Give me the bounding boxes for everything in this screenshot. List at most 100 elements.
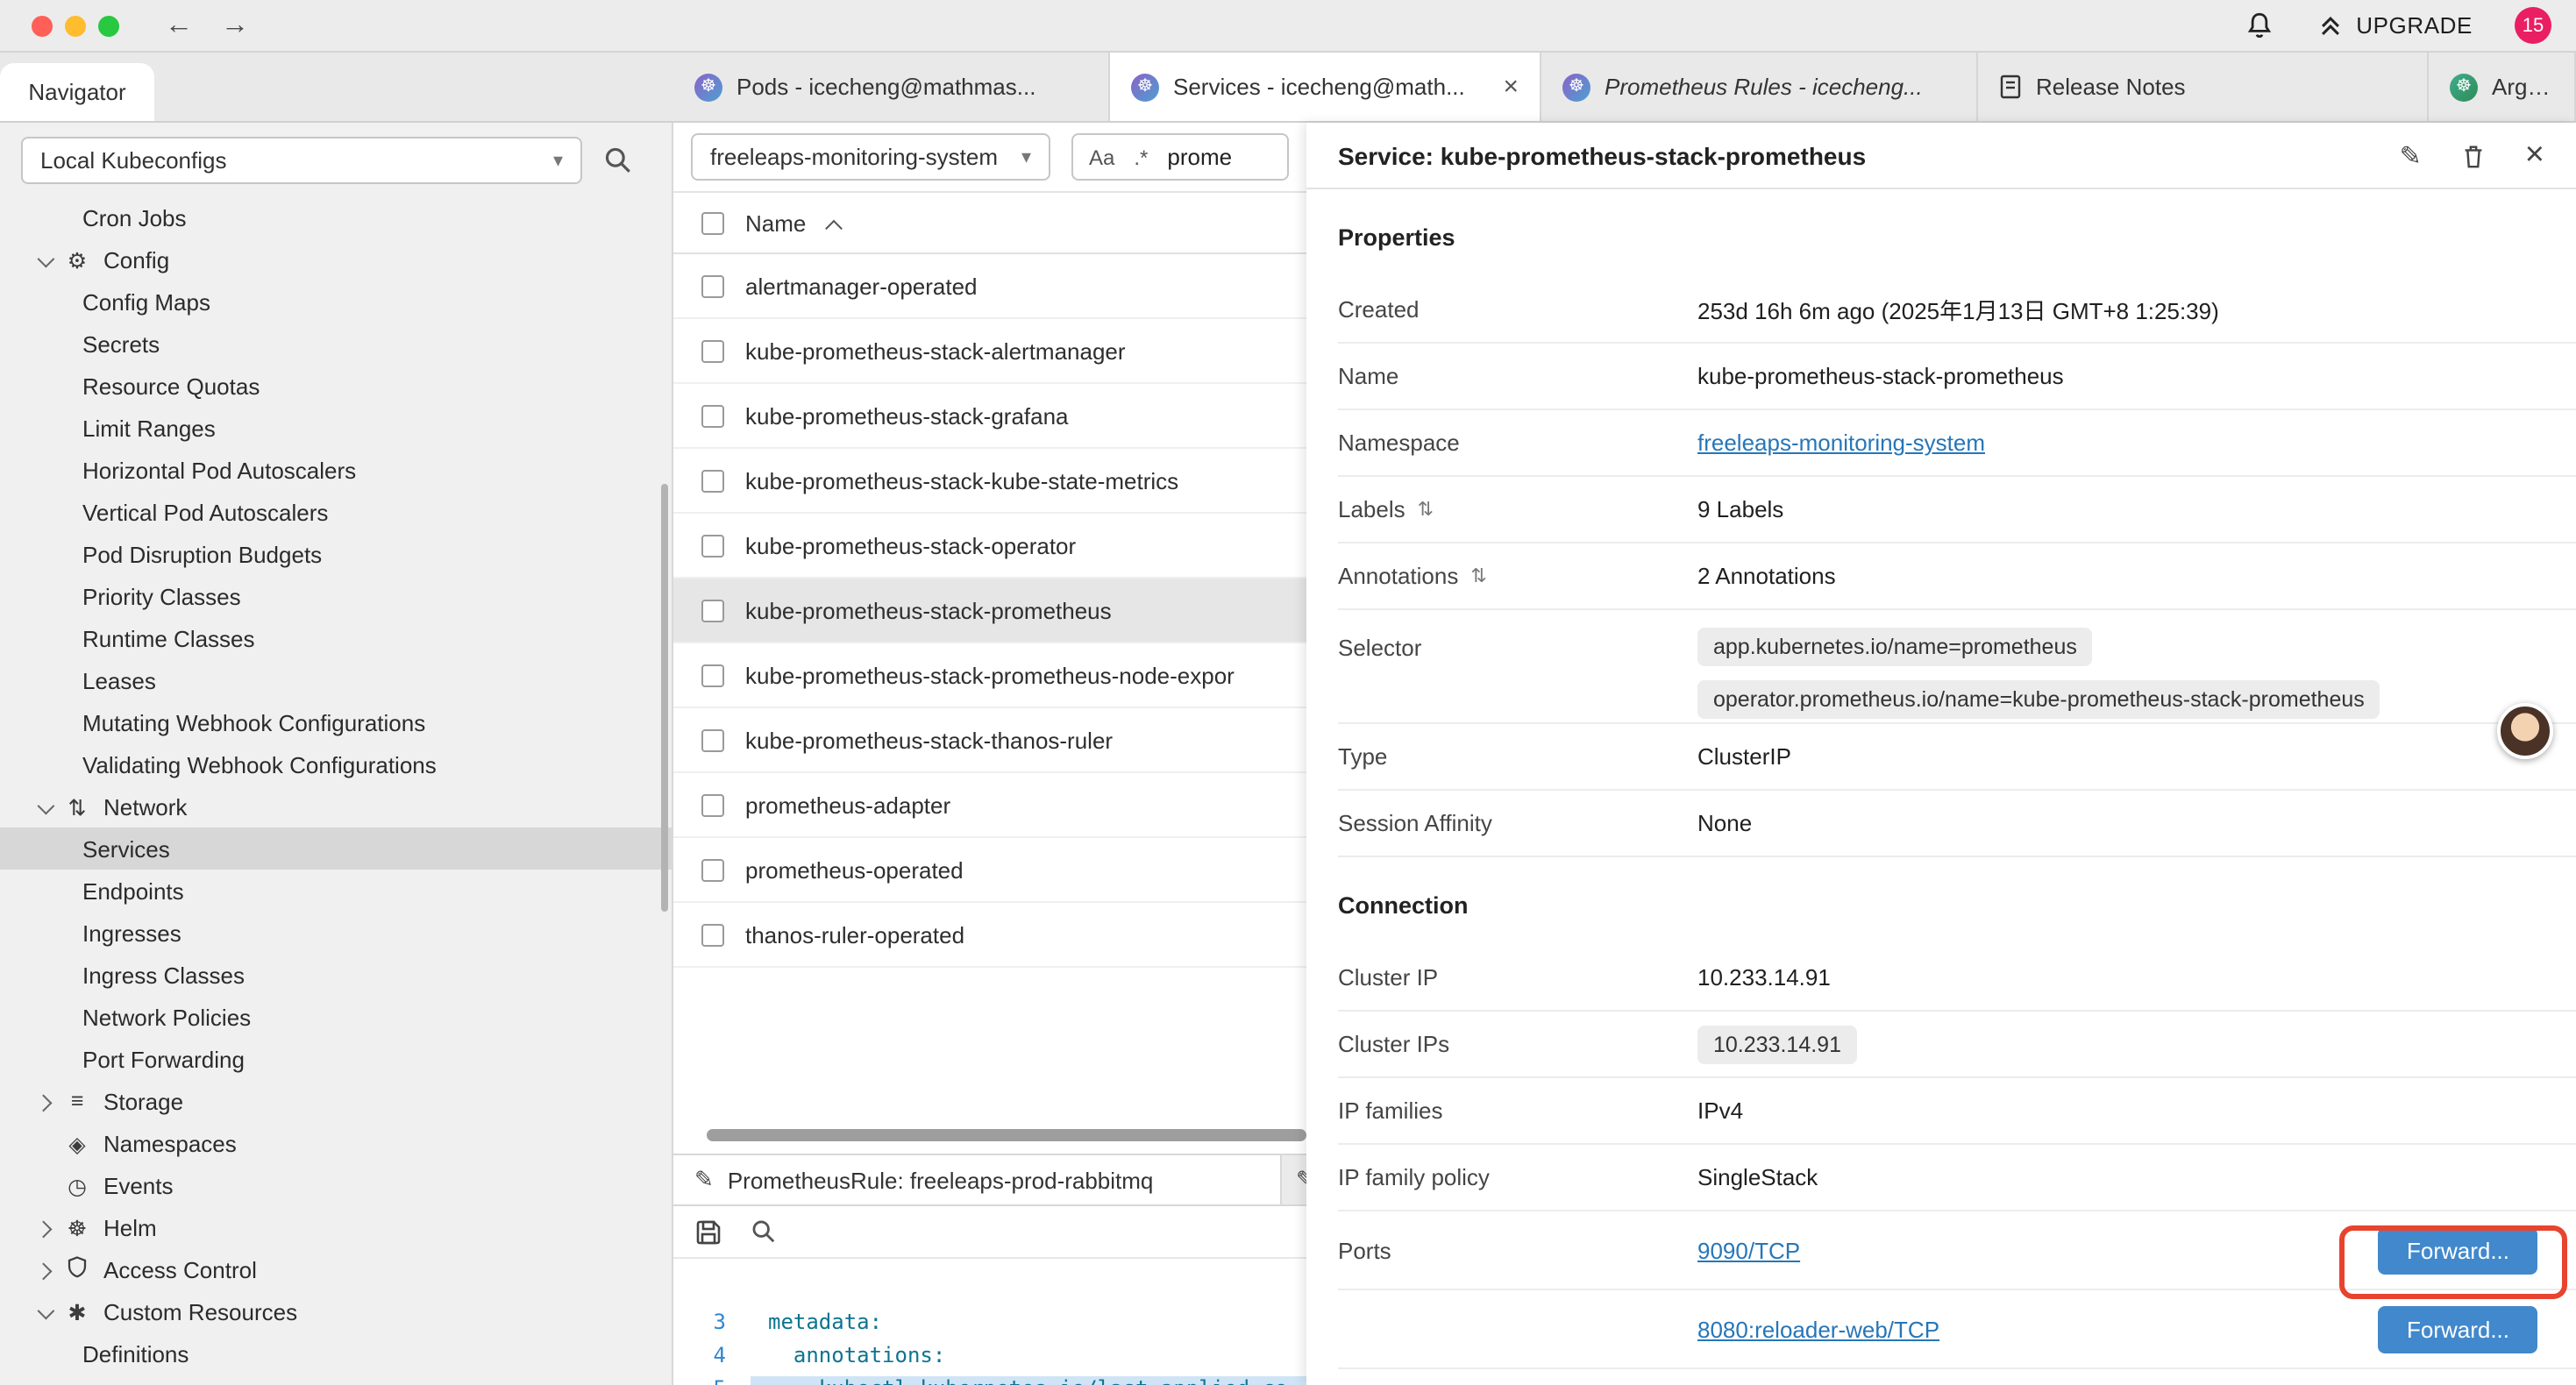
sidebar-item-access-control[interactable]: Access Control	[0, 1248, 672, 1290]
row-checkbox[interactable]	[701, 858, 724, 881]
table-row[interactable]: alertmanager-operated	[673, 254, 1306, 319]
sidebar-scrollbar[interactable]	[661, 484, 668, 912]
sidebar-item-vertical-pod-autoscalers[interactable]: Vertical Pod Autoscalers	[0, 491, 672, 533]
editor-tab-prometheusrule[interactable]: ✎ PrometheusRule: freeleaps-prod-rabbitm…	[673, 1155, 1282, 1204]
namespaces-icon: ◈	[63, 1130, 91, 1156]
sidebar-item-leases[interactable]: Leases	[0, 659, 672, 701]
list-search-input[interactable]: Aa .* prome	[1071, 133, 1289, 181]
tab-services[interactable]: ☸ Services - icecheng@math... ×	[1110, 53, 1541, 121]
horizontal-scrollbar[interactable]	[707, 1129, 1306, 1141]
sidebar-item-custom-resources[interactable]: ✱ Custom Resources	[0, 1290, 672, 1332]
chevron-right-icon	[35, 1094, 53, 1112]
yaml-editor[interactable]: 3metadata: 4 annotations: 5 kubectl.kube…	[673, 1259, 1306, 1385]
table-row[interactable]: thanos-ruler-operated	[673, 903, 1306, 968]
table-row[interactable]: kube-prometheus-stack-prometheus-node-ex…	[673, 643, 1306, 708]
chevron-down-icon: ▾	[553, 149, 563, 172]
port-link[interactable]: 8080:reloader-web/TCP	[1697, 1316, 1939, 1342]
sidebar-item-config[interactable]: ⚙ Config	[0, 238, 672, 281]
sidebar-item-limit-ranges[interactable]: Limit Ranges	[0, 407, 672, 449]
table-row[interactable]: kube-prometheus-stack-alertmanager	[673, 319, 1306, 384]
table-row[interactable]: kube-prometheus-stack-grafana	[673, 384, 1306, 449]
trash-icon[interactable]	[2460, 141, 2487, 169]
notification-count-badge[interactable]: 15	[2515, 7, 2551, 44]
tab-pods[interactable]: ☸ Pods - icecheng@mathmas...	[673, 53, 1110, 121]
row-checkbox[interactable]	[701, 404, 724, 427]
sidebar-item-horizontal-pod-autoscalers[interactable]: Horizontal Pod Autoscalers	[0, 449, 672, 491]
forward-icon[interactable]: →	[221, 10, 249, 41]
back-icon[interactable]: ←	[165, 10, 193, 41]
sidebar-item-resource-quotas[interactable]: Resource Quotas	[0, 365, 672, 407]
annotations-expand-toggle[interactable]: ⇅	[1470, 565, 1486, 587]
tab-release-notes[interactable]: Release Notes	[1978, 53, 2429, 121]
sidebar-item-ingress-classes[interactable]: Ingress Classes	[0, 954, 672, 996]
row-checkbox[interactable]	[701, 274, 724, 297]
sidebar-item-cron-jobs[interactable]: Cron Jobs	[0, 196, 672, 238]
edit-pencil-icon[interactable]: ✎	[2400, 139, 2422, 171]
sidebar-item-validating-webhook-configurations[interactable]: Validating Webhook Configurations	[0, 743, 672, 785]
match-case-toggle[interactable]: Aa	[1089, 145, 1114, 169]
cluster-icon: ☸	[1131, 73, 1159, 101]
namespace-link[interactable]: freeleaps-monitoring-system	[1697, 430, 1985, 456]
table-row[interactable]: kube-prometheus-stack-operator	[673, 514, 1306, 579]
name-column-header[interactable]: Name	[745, 210, 806, 236]
sidebar-item-network[interactable]: ⇅ Network	[0, 785, 672, 827]
editor-search-icon[interactable]	[751, 1218, 777, 1245]
forward-button[interactable]: Forward...	[2379, 1226, 2537, 1274]
namespace-select[interactable]: freeleaps-monitoring-system ▾	[691, 133, 1050, 181]
sidebar-item-pod-disruption-budgets[interactable]: Pod Disruption Budgets	[0, 533, 672, 575]
row-checkbox[interactable]	[701, 599, 724, 621]
row-checkbox[interactable]	[701, 664, 724, 686]
regex-toggle[interactable]: .*	[1134, 145, 1148, 169]
sidebar-item-port-forwarding[interactable]: Port Forwarding	[0, 1038, 672, 1080]
tab-argo[interactable]: ☸ Argo S	[2429, 53, 2576, 121]
port-link[interactable]: 9090/TCP	[1697, 1237, 1800, 1263]
sidebar-item-mutating-webhook-configurations[interactable]: Mutating Webhook Configurations	[0, 701, 672, 743]
table-row-selected[interactable]: kube-prometheus-stack-prometheus	[673, 579, 1306, 643]
labels-expand-toggle[interactable]: ⇅	[1418, 498, 1434, 521]
sidebar-item-runtime-classes[interactable]: Runtime Classes	[0, 617, 672, 659]
chevron-down-icon	[38, 250, 55, 267]
table-row[interactable]: prometheus-operated	[673, 838, 1306, 903]
chevron-down-icon	[38, 1302, 55, 1319]
upgrade-button[interactable]: UPGRADE	[2316, 11, 2473, 39]
user-avatar[interactable]	[2497, 703, 2553, 759]
chevron-right-icon	[35, 1220, 53, 1238]
close-drawer-icon[interactable]: ×	[2525, 138, 2544, 172]
sidebar-search-icon[interactable]	[603, 146, 633, 175]
forward-button[interactable]: Forward...	[2379, 1305, 2537, 1353]
sidebar-item-endpoints[interactable]: Endpoints	[0, 870, 672, 912]
sidebar-item-ingresses[interactable]: Ingresses	[0, 912, 672, 954]
navigator-header[interactable]: Navigator	[0, 63, 154, 121]
close-tab-icon[interactable]: ×	[1489, 72, 1519, 102]
sidebar-item-priority-classes[interactable]: Priority Classes	[0, 575, 672, 617]
editor-tab-partial[interactable]: ✎	[1282, 1155, 1306, 1204]
row-checkbox[interactable]	[701, 534, 724, 557]
row-checkbox[interactable]	[701, 728, 724, 751]
row-checkbox[interactable]	[701, 339, 724, 362]
close-window-button[interactable]	[32, 15, 53, 36]
sidebar-item-storage[interactable]: ≡ Storage	[0, 1080, 672, 1122]
network-icon: ⇅	[63, 793, 91, 820]
kubeconfig-select[interactable]: Local Kubeconfigs ▾	[21, 137, 582, 184]
maximize-window-button[interactable]	[98, 15, 119, 36]
save-icon[interactable]	[694, 1218, 722, 1246]
sidebar-item-config-maps[interactable]: Config Maps	[0, 281, 672, 323]
sidebar-item-network-policies[interactable]: Network Policies	[0, 996, 672, 1038]
tab-prometheus-rules[interactable]: ☸ Prometheus Rules - icecheng...	[1541, 53, 1978, 121]
select-all-checkbox[interactable]	[701, 211, 724, 234]
minimize-window-button[interactable]	[65, 15, 86, 36]
table-row[interactable]: kube-prometheus-stack-kube-state-metrics	[673, 449, 1306, 514]
sidebar-item-events[interactable]: ◷ Events	[0, 1164, 672, 1206]
sidebar-item-secrets[interactable]: Secrets	[0, 323, 672, 365]
sidebar-item-definitions[interactable]: Definitions	[0, 1332, 672, 1374]
sidebar-item-helm[interactable]: ☸ Helm	[0, 1206, 672, 1248]
line-number: 5	[673, 1375, 751, 1385]
table-row[interactable]: prometheus-adapter	[673, 773, 1306, 838]
row-checkbox[interactable]	[701, 793, 724, 816]
sidebar-item-services[interactable]: Services	[0, 827, 672, 870]
notifications-bell-icon[interactable]	[2244, 11, 2274, 40]
table-row[interactable]: kube-prometheus-stack-thanos-ruler	[673, 708, 1306, 773]
row-checkbox[interactable]	[701, 469, 724, 492]
row-checkbox[interactable]	[701, 923, 724, 946]
sidebar-item-namespaces[interactable]: ◈ Namespaces	[0, 1122, 672, 1164]
